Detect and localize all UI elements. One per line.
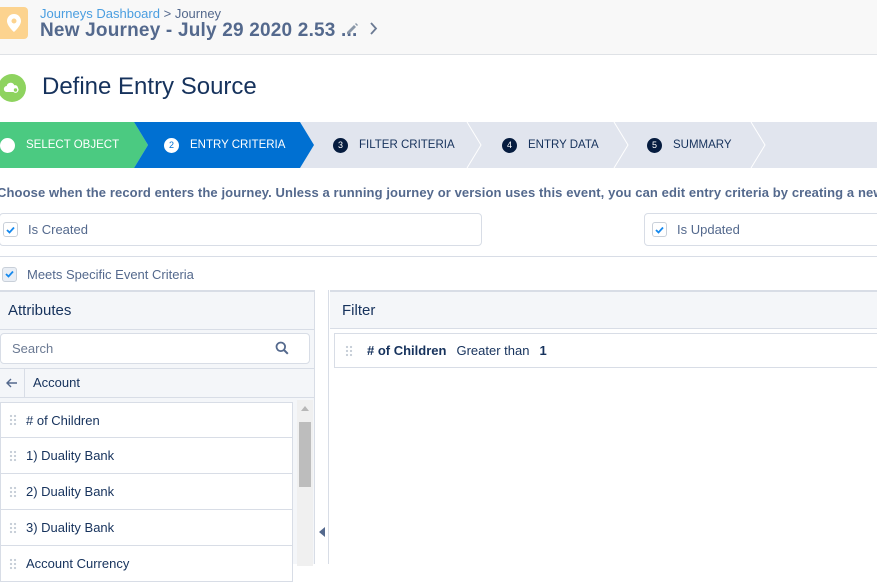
journey-title: New Journey - July 29 2020 2.53 ...	[40, 20, 358, 41]
divider	[0, 256, 877, 257]
drag-handle-icon[interactable]	[9, 521, 17, 534]
attribute-label: # of Children	[26, 412, 100, 428]
search-icon[interactable]	[275, 341, 289, 360]
filter-rule-operator: Greater than	[456, 343, 530, 358]
list-item[interactable]: 3) Duality Bank	[0, 510, 293, 546]
breadcrumb-separator: >	[163, 6, 172, 21]
step-number: 2	[164, 137, 179, 153]
step-label: FILTER CRITERIA	[359, 139, 455, 151]
list-item[interactable]: 2) Duality Bank	[0, 474, 293, 510]
step-label: SUMMARY	[673, 139, 732, 151]
top-bar: Journeys Dashboard > Journey New Journey…	[0, 0, 877, 55]
meets-criteria-option[interactable]: Meets Specific Event Criteria	[2, 265, 194, 283]
step-summary[interactable]: 5 SUMMARY	[647, 122, 732, 168]
is-updated-label: Is Updated	[677, 222, 740, 237]
step-divider	[466, 122, 482, 168]
list-item[interactable]: 1) Duality Bank	[0, 438, 293, 474]
is-updated-checkbox[interactable]	[652, 222, 667, 237]
attribute-list: # of Children 1) Duality Bank 2) Duality…	[0, 402, 293, 582]
attribute-search-input[interactable]	[12, 341, 262, 356]
step-number: 5	[647, 137, 662, 153]
scroll-thumb[interactable]	[299, 422, 311, 487]
filter-header: Filter	[330, 292, 877, 329]
breadcrumb: Journeys Dashboard > Journey	[40, 6, 221, 21]
attribute-list-scrollbar[interactable]	[297, 400, 313, 566]
attribute-label: 1) Duality Bank	[26, 448, 115, 463]
breadcrumb-link-journeys-dashboard[interactable]: Journeys Dashboard	[40, 6, 160, 21]
location-pin-icon	[0, 7, 28, 39]
breadcrumb-current: Journey	[174, 6, 222, 21]
meets-criteria-checkbox[interactable]	[2, 266, 17, 282]
meets-criteria-label: Meets Specific Event Criteria	[27, 266, 194, 282]
is-created-label: Is Created	[28, 222, 88, 237]
back-arrow-icon[interactable]	[0, 369, 25, 397]
cloud-pin-icon	[0, 74, 26, 102]
object-row: Account	[0, 368, 314, 398]
filter-title: Filter	[342, 302, 376, 319]
is-created-checkbox[interactable]	[3, 222, 18, 237]
chevron-right-icon[interactable]	[369, 22, 378, 40]
step-number: 3	[333, 137, 348, 153]
step-label: ENTRY DATA	[528, 139, 599, 151]
object-name: Account	[33, 375, 80, 390]
attributes-panel: Attributes Account # of Children 1) Dual…	[0, 290, 315, 582]
filter-rule-value: 1	[539, 343, 547, 358]
filter-panel: Filter # of Children Greater than 1	[330, 290, 877, 564]
divider	[0, 329, 314, 330]
is-created-option[interactable]: Is Created	[0, 213, 482, 246]
page-title: Define Entry Source	[42, 73, 257, 100]
progress-path: SELECT OBJECT 2 ENTRY CRITERIA 3 FILTER …	[0, 122, 877, 168]
filter-rule[interactable]: # of Children Greater than 1	[334, 333, 877, 368]
step-label: SELECT OBJECT	[26, 139, 120, 151]
entry-description: Choose when the record enters the journe…	[0, 185, 877, 200]
checkmark-icon	[0, 122, 15, 153]
scroll-up-arrow-icon[interactable]	[301, 406, 309, 411]
step-entry-criteria[interactable]: 2 ENTRY CRITERIA	[164, 122, 285, 168]
step-filter-criteria[interactable]: 3 FILTER CRITERIA	[333, 122, 455, 168]
list-item[interactable]: # of Children	[0, 402, 293, 438]
collapse-left-icon[interactable]	[319, 527, 325, 537]
drag-handle-icon[interactable]	[345, 344, 353, 357]
step-select-object[interactable]: SELECT OBJECT	[0, 122, 119, 168]
attribute-label: 3) Duality Bank	[26, 520, 115, 535]
attribute-label: 2) Duality Bank	[26, 484, 115, 499]
pencil-icon[interactable]	[346, 22, 359, 40]
panel-splitter[interactable]	[315, 290, 329, 564]
step-divider	[750, 122, 766, 168]
page-header: Define Entry Source	[0, 55, 877, 122]
drag-handle-icon[interactable]	[9, 414, 17, 426]
step-divider	[613, 122, 629, 168]
filter-rule-field: # of Children	[367, 343, 447, 358]
attributes-title: Attributes	[8, 302, 72, 319]
drag-handle-icon[interactable]	[9, 449, 17, 462]
attribute-search	[0, 333, 310, 364]
is-updated-option[interactable]: Is Updated	[644, 213, 877, 246]
drag-handle-icon[interactable]	[9, 485, 17, 498]
list-item[interactable]: Account Currency	[0, 546, 293, 582]
step-number: 4	[502, 137, 517, 153]
step-entry-data[interactable]: 4 ENTRY DATA	[502, 122, 599, 168]
step-label: ENTRY CRITERIA	[190, 139, 286, 151]
